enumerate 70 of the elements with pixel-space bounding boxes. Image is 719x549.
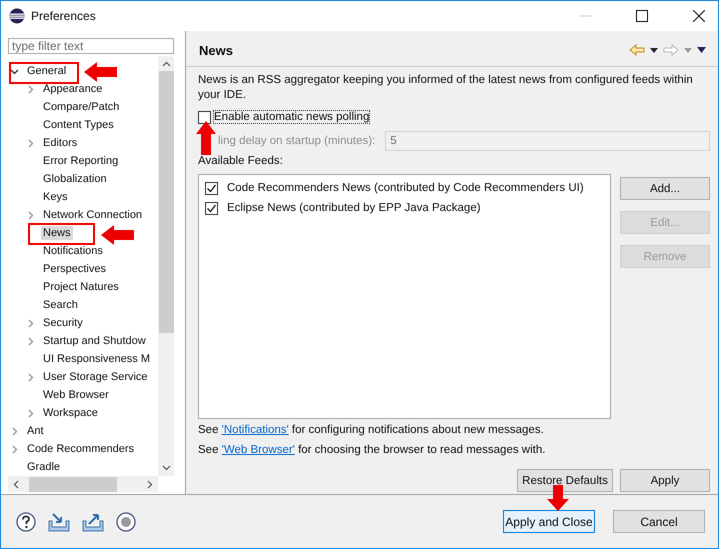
checkbox-label[interactable]: Enable automatic news polling [214, 111, 370, 123]
menu-icon[interactable] [697, 47, 706, 53]
dialog-button[interactable]: Cancel [613, 510, 705, 533]
window-title: Preferences [31, 9, 96, 23]
tree-item[interactable]: Workspace [41, 406, 100, 420]
section-label: Available Feeds: [198, 155, 284, 169]
record-icon[interactable] [116, 512, 136, 532]
field-label: ling delay on startup (minutes): [218, 135, 376, 147]
dialog-button[interactable]: Apply and Close [503, 510, 595, 533]
tree-item[interactable]: Network Connection [41, 208, 144, 222]
feed-item[interactable]: Code Recommenders News (contributed by Code Recommenders UI) [227, 182, 584, 194]
chevron-icon[interactable] [10, 66, 19, 76]
link[interactable]: 'Web Browser' [222, 444, 295, 456]
tree-item[interactable]: Code Recommenders [25, 442, 136, 456]
link[interactable]: 'Notifications' [222, 424, 289, 436]
tree-item[interactable]: Startup and Shutdow [41, 334, 148, 348]
scroll-down-icon[interactable] [162, 463, 170, 472]
description-text: News is an RSS aggregator keeping you informed of the latest news from configured feeds within your IDE. [198, 73, 694, 103]
tree-item[interactable]: Perspectives [41, 262, 108, 276]
tree-item[interactable]: Appearance [41, 82, 104, 96]
highlight-box [28, 223, 95, 245]
export-icon[interactable] [82, 512, 104, 532]
scroll-thumb[interactable] [29, 476, 117, 492]
tree-item[interactable]: Keys [41, 190, 70, 204]
scroll-left-icon[interactable] [12, 480, 21, 488]
tree-item[interactable]: Project Natures [41, 280, 121, 294]
tree-item[interactable]: Ant [25, 424, 46, 438]
scroll-right-icon[interactable] [145, 480, 154, 488]
tree-item[interactable]: General [25, 64, 68, 78]
horizontal-scrollbar[interactable] [8, 476, 158, 492]
close-icon[interactable] [693, 10, 705, 22]
checkbox[interactable] [198, 110, 211, 124]
scroll-up-icon[interactable] [162, 60, 170, 69]
checkbox[interactable] [205, 202, 218, 214]
callout-arrow [547, 485, 569, 511]
callout-arrow [196, 121, 216, 156]
tree-item[interactable]: User Storage Service [41, 370, 150, 384]
callout-arrow [101, 225, 135, 245]
feed-button[interactable]: Add... [620, 177, 710, 200]
tree-item[interactable]: Content Types [41, 118, 116, 132]
highlight-box [9, 62, 79, 84]
page-button[interactable]: Apply [620, 469, 710, 492]
feed-item[interactable]: Eclipse News (contributed by EPP Java Package) [227, 202, 481, 214]
tree-item[interactable]: UI Responsiveness M [41, 352, 152, 366]
tree-item[interactable]: Gradle [25, 460, 62, 474]
tree-item[interactable]: Globalization [41, 172, 109, 186]
tree-item[interactable]: Notifications [41, 244, 105, 258]
link-sentence: See 'Notifications' for configuring notifications about new messages. [198, 424, 545, 438]
tree-item[interactable]: Search [41, 298, 80, 312]
tree-item[interactable]: Web Browser [41, 388, 111, 402]
page-title: News [199, 42, 233, 58]
tree-item[interactable]: Editors [41, 136, 80, 150]
maximize-icon[interactable] [636, 10, 648, 22]
tree-item[interactable]: News [41, 226, 73, 240]
back-arrow-icon[interactable] [629, 44, 645, 56]
app-logo-icon [9, 8, 25, 24]
checkbox[interactable] [205, 182, 218, 194]
callout-arrow [84, 62, 118, 82]
tree-item[interactable]: Error Reporting [41, 154, 120, 168]
link-sentence: See 'Web Browser' for choosing the browser to read messages with. [198, 444, 546, 458]
import-icon[interactable] [48, 512, 70, 532]
help-icon[interactable] [16, 512, 36, 532]
vertical-scrollbar[interactable] [158, 56, 174, 476]
forward-arrow-icon[interactable] [663, 44, 679, 56]
scroll-thumb[interactable] [158, 71, 174, 333]
tree-item[interactable]: Security [41, 316, 85, 330]
dropdown-icon[interactable] [650, 48, 658, 52]
page-button[interactable]: Restore Defaults [517, 469, 613, 492]
filter-field[interactable]: type filter text [8, 38, 174, 54]
tree-item[interactable]: Compare/Patch [41, 100, 122, 114]
